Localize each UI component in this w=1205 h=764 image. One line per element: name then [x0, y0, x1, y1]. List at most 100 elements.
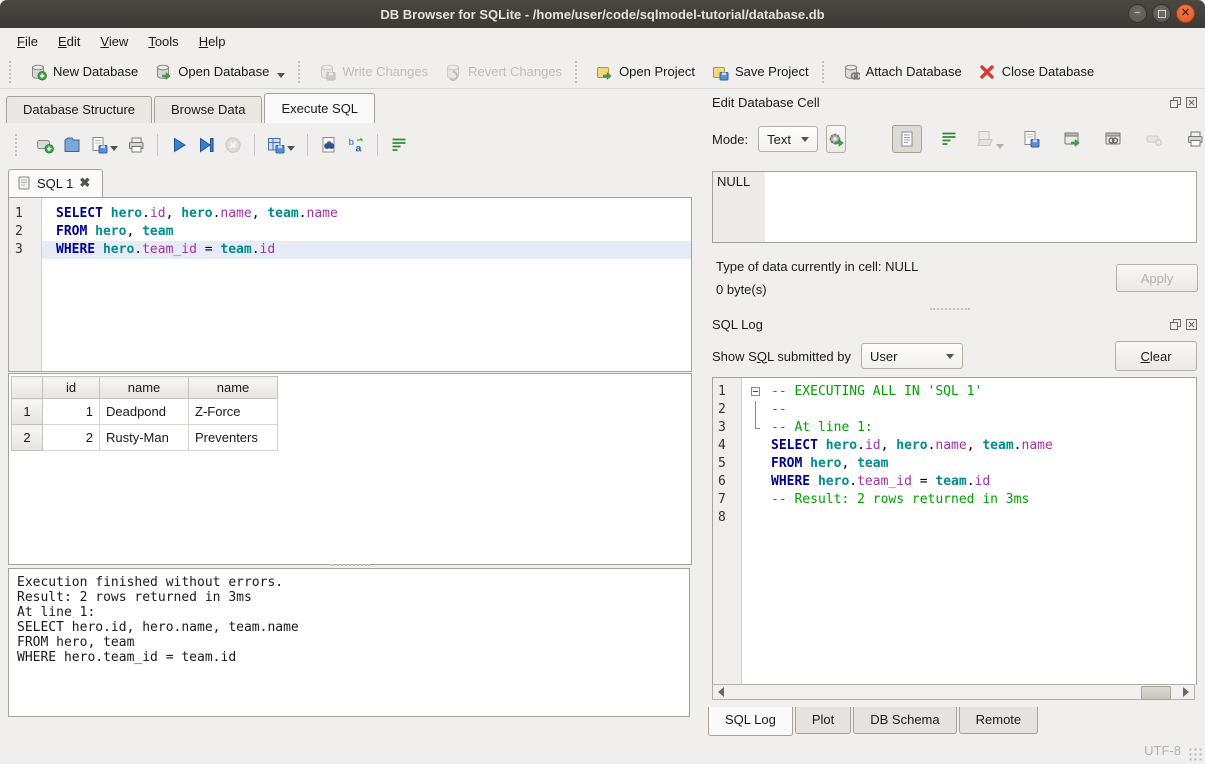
cell[interactable]: 2	[43, 425, 100, 451]
table-row[interactable]: 11DeadpondZ-Force	[12, 399, 278, 425]
menu-view[interactable]: View	[91, 30, 137, 53]
open-external-button[interactable]	[1058, 126, 1086, 152]
code-line: 1SELECT hero.id, hero.name, team.name	[9, 205, 691, 223]
mode-select[interactable]: Text	[758, 126, 818, 152]
execute-all-button[interactable]	[170, 136, 188, 154]
row-header[interactable]: 1	[12, 399, 43, 425]
menu-tools[interactable]: Tools	[139, 30, 187, 53]
cell[interactable]: Rusty-Man	[100, 425, 189, 451]
text-document-button[interactable]	[892, 125, 922, 153]
toolbar-grip[interactable]	[298, 61, 305, 83]
cell-value: NULL	[717, 174, 750, 189]
sql-editor[interactable]: 1SELECT hero.id, hero.name, team.name2FR…	[8, 197, 692, 372]
close-database-button[interactable]: Close Database	[970, 59, 1103, 85]
dock-tab-remote[interactable]: Remote	[959, 707, 1039, 734]
scroll-left-icon[interactable]	[718, 687, 724, 697]
fold-marker[interactable]	[749, 419, 765, 437]
open-database-button[interactable]: Open Database	[146, 59, 293, 85]
execute-line-button[interactable]	[197, 136, 215, 154]
cell[interactable]: 1	[43, 399, 100, 425]
close-panel-icon[interactable]	[1185, 96, 1197, 108]
execution-status-log[interactable]: Execution finished without errors.Result…	[8, 568, 690, 717]
chevron-down-icon[interactable]	[287, 146, 295, 151]
line-number: 3	[9, 241, 39, 259]
menu-edit[interactable]: Edit	[49, 30, 89, 53]
results-grid[interactable]: idnamename11DeadpondZ-Force22Rusty-ManPr…	[8, 373, 692, 565]
cell[interactable]: Deadpond	[100, 399, 189, 425]
line-number: 1	[9, 205, 39, 223]
results-header-row: idnamename	[12, 377, 278, 399]
dock-tab-sql-log[interactable]: SQL Log	[708, 707, 793, 736]
open-project-button[interactable]: Open Project	[587, 59, 703, 85]
toolbar-grip[interactable]	[15, 134, 22, 156]
splitter-handle[interactable]	[930, 308, 970, 313]
execute-line-icon	[197, 136, 215, 154]
maximize-icon[interactable]	[1152, 4, 1171, 23]
apply-button[interactable]: Apply	[1116, 264, 1198, 292]
cell[interactable]: Z-Force	[189, 399, 278, 425]
cell-value-editor[interactable]: NULL	[712, 171, 1197, 243]
fold-marker[interactable]	[749, 383, 765, 401]
new-database-button[interactable]: New Database	[21, 59, 146, 85]
column-header-name[interactable]: name	[189, 377, 278, 399]
save-results-button[interactable]	[267, 136, 295, 154]
titlebar[interactable]: DB Browser for SQLite - /home/user/code/…	[0, 0, 1205, 28]
print-button[interactable]	[1181, 126, 1205, 152]
clear-button[interactable]: Clear	[1115, 341, 1197, 371]
mode-value: Text	[767, 132, 791, 147]
sql-log-hscrollbar[interactable]	[712, 684, 1195, 700]
close-icon[interactable]: ✕	[1176, 4, 1195, 23]
find-button[interactable]	[320, 136, 338, 154]
close-panel-icon[interactable]	[1185, 318, 1197, 330]
save-project-button[interactable]: Save Project	[703, 59, 817, 85]
apply-format-button[interactable]	[826, 125, 846, 153]
copy-link-button[interactable]	[1099, 126, 1127, 152]
word-wrap-button[interactable]	[390, 136, 408, 154]
attach-database-button[interactable]: Attach Database	[834, 59, 970, 85]
toolbar-grip[interactable]	[822, 61, 829, 83]
column-header-id[interactable]: id	[43, 377, 100, 399]
menu-file[interactable]: File	[8, 30, 47, 53]
code-line: 1-- EXECUTING ALL IN 'SQL 1'	[713, 383, 1196, 401]
open-sql-file-button[interactable]	[63, 136, 81, 154]
stop-icon	[224, 136, 242, 154]
tab-database-structure[interactable]: Database Structure	[6, 96, 152, 123]
open-sql-file-icon	[63, 136, 81, 154]
float-panel-icon[interactable]	[1169, 96, 1181, 108]
tab-execute-sql[interactable]: Execute SQL	[264, 93, 375, 123]
log-line: At line 1:	[17, 605, 689, 620]
code-line: 6WHERE hero.team_id = team.id	[713, 473, 1196, 491]
new-sql-tab-icon	[36, 136, 54, 154]
chevron-down-icon[interactable]	[277, 73, 285, 78]
resize-grip[interactable]	[1189, 748, 1203, 762]
tab-sql-1[interactable]: SQL 1 ✖	[8, 169, 103, 197]
scroll-thumb[interactable]	[1141, 686, 1171, 700]
open-project-icon	[595, 63, 613, 81]
new-sql-tab-button[interactable]	[36, 136, 54, 154]
toolbar-grip[interactable]	[9, 61, 16, 83]
save-sql-file-button[interactable]	[90, 136, 118, 154]
float-panel-icon[interactable]	[1169, 318, 1181, 330]
dock-tab-db-schema[interactable]: DB Schema	[853, 707, 956, 734]
cell[interactable]: Preventers	[189, 425, 278, 451]
dock-tab-plot[interactable]: Plot	[795, 707, 851, 734]
table-row[interactable]: 22Rusty-ManPreventers	[12, 425, 278, 451]
replace-button[interactable]: ba	[347, 136, 365, 154]
submitted-by-select[interactable]: User	[861, 343, 963, 369]
fold-marker[interactable]	[749, 401, 765, 419]
menu-help[interactable]: Help	[190, 30, 235, 53]
save-as-button[interactable]	[1017, 126, 1045, 152]
word-wrap-button[interactable]	[935, 126, 963, 152]
chevron-down-icon[interactable]	[110, 146, 118, 151]
corner-cell[interactable]	[12, 377, 43, 399]
close-tab-icon[interactable]: ✖	[79, 175, 90, 191]
print-button[interactable]	[127, 136, 145, 154]
toolbar-grip[interactable]	[575, 61, 582, 83]
sql-log-view[interactable]: 1-- EXECUTING ALL IN 'SQL 1'2--3-- At li…	[712, 377, 1197, 685]
minimize-icon[interactable]: −	[1128, 4, 1147, 23]
scroll-right-icon[interactable]	[1183, 687, 1189, 697]
close-database-icon	[978, 63, 996, 81]
tab-browse-data[interactable]: Browse Data	[154, 96, 262, 123]
row-header[interactable]: 2	[12, 425, 43, 451]
column-header-name[interactable]: name	[100, 377, 189, 399]
